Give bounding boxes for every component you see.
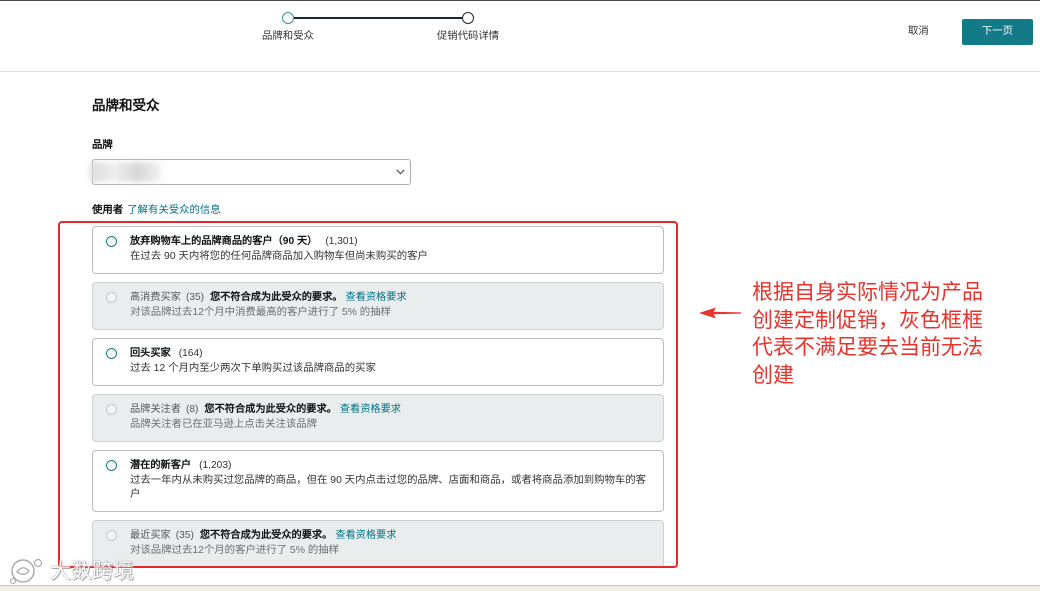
audience-description: 在过去 90 天内将您的任何品牌商品加入购物车但尚未购买的客户	[130, 251, 428, 262]
audience-option-brand-followers: 品牌关注者 (8) 您不符合成为此受众的要求。 查看资格要求 品牌关注者已在亚马逊上点…	[92, 394, 664, 442]
audience-count: (35)	[185, 292, 205, 303]
ineligible-message: 您不符合成为此受众的要求。	[199, 530, 333, 541]
audience-title-row: 高消费买家 (35) 您不符合成为此受众的要求。 查看资格要求	[130, 291, 652, 305]
watermark-text: 大数跨境	[50, 560, 134, 583]
audience-count: (1,203)	[199, 460, 232, 471]
bottom-edge-strip	[0, 585, 1040, 591]
step-2-label: 促销代码详情	[436, 31, 500, 42]
audience-description: 对该品牌过去12个月中消费最高的客户进行了 5% 的抽样	[130, 307, 391, 318]
audience-label: 使用者	[92, 205, 124, 216]
audience-description: 对该品牌过去12个月的客户进行了 5% 的抽样	[130, 545, 339, 556]
step-1-indicator-icon	[282, 12, 294, 24]
audience-option-repeat-buyers[interactable]: 回头买家 (164) 过去 12 个月内至少两次下单购买过该品牌商品的买家	[92, 338, 664, 386]
audience-title-row: 放弃购物车上的品牌商品的客户（90 天） (1,301)	[130, 235, 652, 249]
radio-disabled-icon	[106, 404, 117, 415]
audience-option-abandoned-cart[interactable]: 放弃购物车上的品牌商品的客户（90 天） (1,301) 在过去 90 天内将您的…	[92, 226, 664, 274]
audience-title-row: 回头买家 (164)	[130, 347, 652, 361]
audience-options-list: 放弃购物车上的品牌商品的客户（90 天） (1,301) 在过去 90 天内将您的…	[92, 226, 664, 568]
radio-disabled-icon	[106, 292, 117, 303]
left-arrow-icon	[699, 307, 741, 319]
view-requirements-link[interactable]: 查看资格要求	[335, 530, 396, 541]
section-title: 品牌和受众	[92, 98, 160, 113]
audience-title-row: 品牌关注者 (8) 您不符合成为此受众的要求。 查看资格要求	[130, 403, 652, 417]
chevron-down-icon	[396, 169, 405, 175]
watermark-logo-icon	[9, 558, 43, 585]
ineligible-message: 您不符合成为此受众的要求。	[210, 292, 343, 303]
cancel-link[interactable]: 取消	[908, 25, 929, 39]
step-2-indicator-icon	[462, 12, 474, 24]
audience-help-link[interactable]: 了解有关受众的信息	[127, 205, 221, 216]
audience-count: (164)	[178, 348, 203, 359]
audience-count: (1,301)	[325, 236, 358, 247]
radio-disabled-icon	[106, 530, 117, 541]
audience-description: 品牌关注者已在亚马逊上点击关注该品牌	[130, 419, 318, 430]
next-page-button[interactable]: 下一页	[962, 19, 1033, 45]
audience-description: 过去一年内从未购买过您品牌的商品，但在 90 天内点击过您的品牌、店面和商品，或…	[130, 475, 647, 500]
radio-icon[interactable]	[106, 460, 117, 471]
ineligible-message: 您不符合成为此受众的要求。	[204, 404, 337, 415]
audience-option-top-spenders: 高消费买家 (35) 您不符合成为此受众的要求。 查看资格要求 对该品牌过去12个月中…	[92, 282, 664, 330]
audience-name: 最近买家	[130, 530, 171, 541]
audience-name: 回头买家	[130, 348, 171, 359]
brand-value-redacted	[90, 162, 162, 182]
audience-name: 高消费买家	[130, 292, 181, 303]
audience-name: 放弃购物车上的品牌商品的客户（90 天）	[130, 236, 318, 247]
view-requirements-link[interactable]: 查看资格要求	[340, 404, 401, 415]
audience-option-recent-buyers: 最近买家 (35) 您不符合成为此受众的要求。 查看资格要求 对该品牌过去12个月的客…	[92, 520, 664, 568]
header-divider	[0, 71, 1040, 72]
annotation-text: 根据自身实际情况为产品创建定制促销，灰色框框代表不满足要去当前无法创建	[752, 281, 983, 387]
top-border	[0, 0, 1040, 1]
brand-label: 品牌	[92, 140, 113, 151]
brand-select[interactable]	[90, 159, 411, 185]
step-1-label: 品牌和受众	[262, 31, 314, 42]
view-requirements-link[interactable]: 查看资格要求	[346, 292, 407, 303]
stepper-connector	[294, 17, 462, 19]
audience-option-potential-new-customers[interactable]: 潜在的新客户 (1,203) 过去一年内从未购买过您品牌的商品，但在 90 天内点…	[92, 450, 664, 512]
audience-name: 品牌关注者	[130, 404, 181, 415]
audience-title-row: 潜在的新客户 (1,203)	[130, 459, 652, 473]
radio-icon[interactable]	[106, 236, 117, 247]
audience-name: 潜在的新客户	[130, 460, 192, 471]
audience-count: (35)	[175, 530, 194, 541]
audience-label-row: 使用者 了解有关受众的信息	[92, 204, 221, 218]
audience-description: 过去 12 个月内至少两次下单购买过该品牌商品的买家	[130, 363, 376, 374]
audience-title-row: 最近买家 (35) 您不符合成为此受众的要求。 查看资格要求	[130, 529, 652, 543]
radio-icon[interactable]	[106, 348, 117, 359]
audience-count: (8)	[185, 404, 199, 415]
